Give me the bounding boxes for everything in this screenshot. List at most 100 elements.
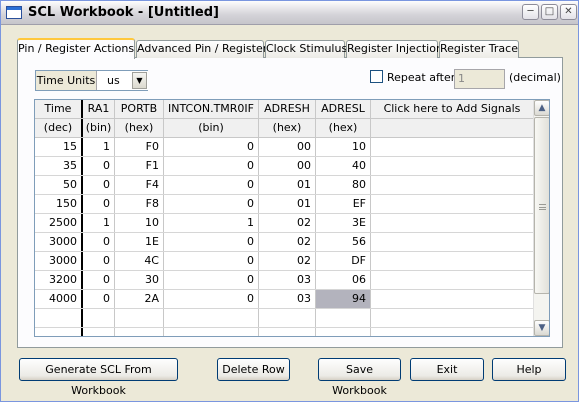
cell-adresh[interactable]: 03 [259, 271, 316, 289]
cell-ra1[interactable] [83, 328, 115, 336]
cell-time[interactable]: 4000 [35, 290, 83, 308]
col-header-adresh[interactable]: ADRESH [259, 100, 316, 118]
cell-ra1[interactable]: 0 [83, 195, 115, 213]
cell-intcon-tmr0if[interactable]: 0 [164, 195, 259, 213]
cell-time[interactable]: 3200 [35, 271, 83, 289]
cell-empty[interactable] [371, 233, 533, 251]
cell-adresh[interactable]: 02 [259, 233, 316, 251]
cell-portb[interactable]: 1E [115, 233, 164, 251]
cell-adresh[interactable]: 02 [259, 252, 316, 270]
help-button[interactable]: Help [492, 358, 566, 381]
cell-portb[interactable] [115, 309, 164, 327]
tab-clock-stimulus[interactable]: Clock Stimulus [265, 40, 347, 58]
cell-intcon-tmr0if[interactable] [164, 309, 259, 327]
cell-adresh[interactable]: 03 [259, 290, 316, 308]
table-row[interactable]: 3200 0 30 0 03 06 [35, 271, 533, 290]
cell-intcon-tmr0if[interactable]: 0 [164, 290, 259, 308]
close-button[interactable]: ✕ [560, 4, 577, 20]
table-row[interactable]: 50 0 F4 0 01 80 [35, 176, 533, 195]
cell-time[interactable]: 3000 [35, 252, 83, 270]
scroll-up-button[interactable]: ▲ [534, 100, 549, 116]
col-header-portb[interactable]: PORTB [115, 100, 164, 118]
workbook-grid[interactable]: Time RA1 PORTB INTCON.TMR0IF ADRESH ADRE… [34, 99, 550, 337]
save-workbook-button[interactable]: Save Workbook [318, 358, 401, 397]
cell-adresl[interactable]: 56 [316, 233, 371, 251]
cell-intcon-tmr0if[interactable]: 0 [164, 233, 259, 251]
col-header-intcon-tmr0if[interactable]: INTCON.TMR0IF [164, 100, 259, 118]
cell-adresh[interactable]: 01 [259, 176, 316, 194]
cell-portb[interactable]: F4 [115, 176, 164, 194]
cell-empty[interactable] [371, 176, 533, 194]
scroll-down-button[interactable]: ▼ [534, 320, 549, 336]
minimize-button[interactable]: ─ [522, 4, 539, 20]
cell-adresh[interactable]: 00 [259, 138, 316, 156]
chevron-down-icon[interactable]: ▼ [132, 72, 147, 89]
repeat-after-checkbox[interactable] [370, 70, 383, 83]
table-row[interactable]: 3000 0 4C 0 02 DF [35, 252, 533, 271]
table-row[interactable]: 2500 1 10 1 02 3E [35, 214, 533, 233]
cell-ra1[interactable] [83, 309, 115, 327]
cell-adresh[interactable]: 01 [259, 195, 316, 213]
grid-vertical-scrollbar[interactable]: ▲ ▼ [533, 100, 549, 336]
cell-empty[interactable] [371, 271, 533, 289]
table-row[interactable]: 4000 0 2A 0 03 94 [35, 290, 533, 309]
delete-row-button[interactable]: Delete Row [217, 358, 290, 381]
cell-intcon-tmr0if[interactable] [164, 328, 259, 336]
cell-time[interactable]: 3000 [35, 233, 83, 251]
cell-adresl[interactable]: 94 [316, 290, 371, 308]
cell-empty[interactable] [371, 195, 533, 213]
cell-adresl[interactable]: 40 [316, 157, 371, 175]
cell-portb[interactable]: F1 [115, 157, 164, 175]
cell-adresl[interactable]: EF [316, 195, 371, 213]
tab-register-trace[interactable]: Register Trace [439, 40, 519, 58]
cell-ra1[interactable]: 0 [83, 176, 115, 194]
maximize-button[interactable]: □ [541, 4, 558, 20]
cell-adresh[interactable] [259, 309, 316, 327]
cell-portb[interactable] [115, 328, 164, 336]
cell-empty[interactable] [371, 214, 533, 232]
cell-portb[interactable]: 10 [115, 214, 164, 232]
cell-adresh[interactable]: 00 [259, 157, 316, 175]
cell-adresl[interactable]: 80 [316, 176, 371, 194]
add-signals-header[interactable]: Click here to Add Signals [371, 100, 533, 118]
table-row[interactable]: 150 0 F8 0 01 EF [35, 195, 533, 214]
scroll-thumb[interactable] [534, 117, 549, 294]
cell-ra1[interactable]: 0 [83, 271, 115, 289]
cell-time[interactable]: 15 [35, 138, 83, 156]
cell-time[interactable] [35, 328, 83, 336]
col-header-adresl[interactable]: ADRESL [316, 100, 371, 118]
cell-intcon-tmr0if[interactable]: 1 [164, 214, 259, 232]
table-row[interactable] [35, 328, 533, 336]
cell-adresl[interactable] [316, 328, 371, 336]
cell-empty[interactable] [371, 290, 533, 308]
table-row[interactable]: 3000 0 1E 0 02 56 [35, 233, 533, 252]
cell-adresl[interactable]: 06 [316, 271, 371, 289]
cell-adresl[interactable]: 3E [316, 214, 371, 232]
tab-register-injection[interactable]: Register Injection [346, 40, 443, 58]
cell-intcon-tmr0if[interactable]: 0 [164, 252, 259, 270]
cell-adresh[interactable]: 02 [259, 214, 316, 232]
cell-empty[interactable] [371, 252, 533, 270]
cell-ra1[interactable]: 0 [83, 290, 115, 308]
cell-portb[interactable]: 4C [115, 252, 164, 270]
cell-ra1[interactable]: 0 [83, 157, 115, 175]
col-header-ra1[interactable]: RA1 [83, 100, 115, 118]
cell-time[interactable]: 35 [35, 157, 83, 175]
cell-portb[interactable]: F0 [115, 138, 164, 156]
repeat-after-input[interactable]: 1 [454, 69, 505, 89]
cell-empty[interactable] [371, 157, 533, 175]
cell-adresl[interactable]: DF [316, 252, 371, 270]
cell-intcon-tmr0if[interactable]: 0 [164, 176, 259, 194]
cell-ra1[interactable]: 1 [83, 214, 115, 232]
cell-adresl[interactable]: 10 [316, 138, 371, 156]
cell-ra1[interactable]: 0 [83, 252, 115, 270]
tab-pin-register-actions[interactable]: Pin / Register Actions [17, 38, 135, 59]
generate-scl-button[interactable]: Generate SCL From Workbook [19, 358, 178, 397]
tab-advanced-pin-register[interactable]: Advanced Pin / Register [136, 40, 267, 58]
time-units-select[interactable]: us ▼ [98, 71, 148, 90]
cell-portb[interactable]: F8 [115, 195, 164, 213]
cell-intcon-tmr0if[interactable]: 0 [164, 138, 259, 156]
title-bar[interactable]: SCL Workbook - [Untitled] ─ □ ✕ [1, 1, 578, 25]
table-row[interactable]: 35 0 F1 0 00 40 [35, 157, 533, 176]
cell-portb[interactable]: 2A [115, 290, 164, 308]
